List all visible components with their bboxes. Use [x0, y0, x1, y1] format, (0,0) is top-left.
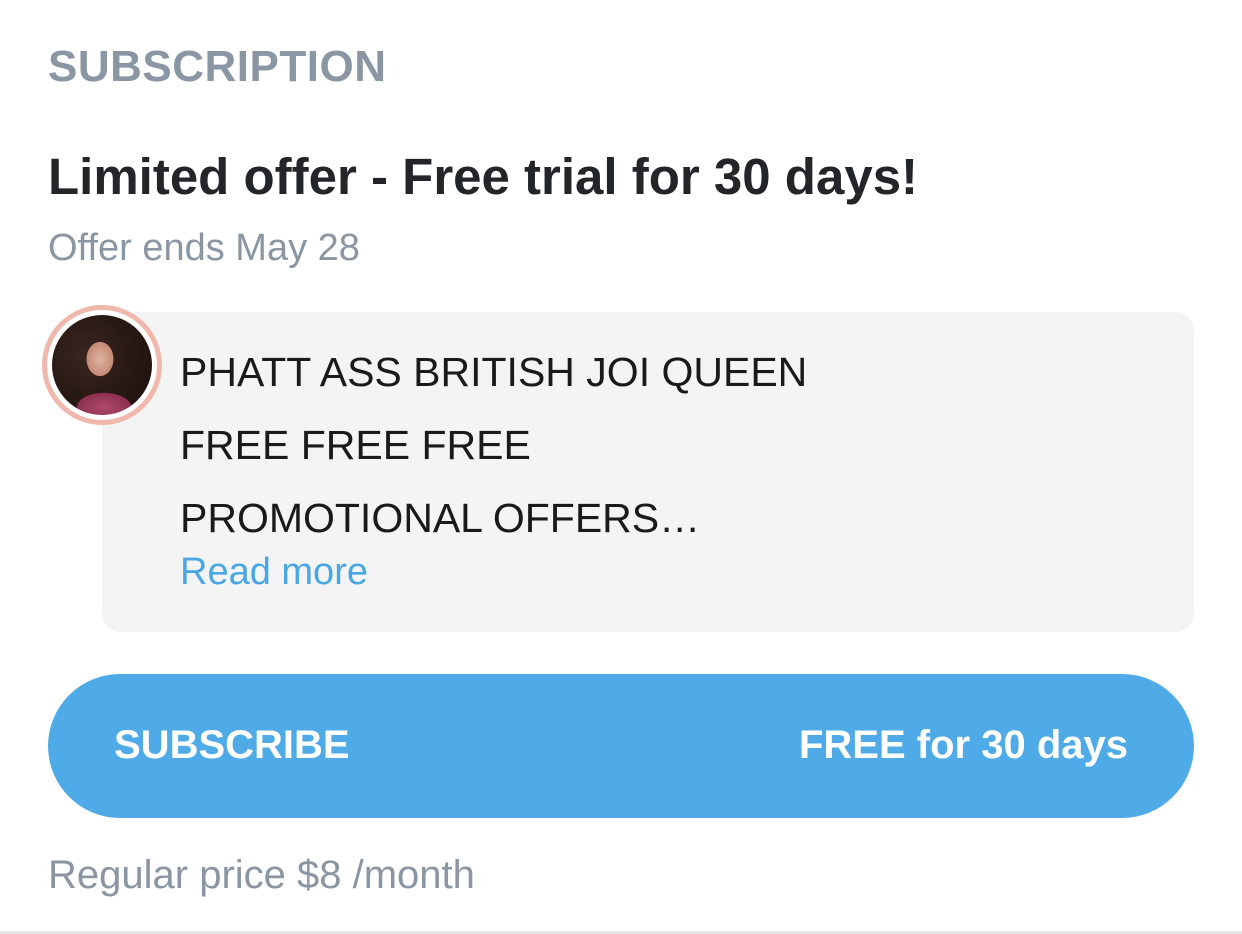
offer-title: Limited offer - Free trial for 30 days!	[48, 148, 919, 205]
regular-price: Regular price $8 /month	[48, 853, 475, 897]
avatar-image	[52, 315, 152, 415]
subscribe-button[interactable]: SUBSCRIBE FREE for 30 days	[48, 674, 1194, 818]
read-more-link[interactable]: Read more	[180, 548, 368, 596]
subscribe-button-label: SUBSCRIBE	[114, 723, 350, 767]
subscribe-button-price: FREE for 30 days	[798, 723, 1128, 767]
promo-line: PROMOTIONAL OFFERS…	[180, 495, 701, 541]
promo-message-text: PHATT ASS BRITISH JOI QUEEN FREE FREE FR…	[180, 336, 807, 555]
avatar[interactable]	[42, 305, 162, 425]
promo-line: PHATT ASS BRITISH JOI QUEEN	[180, 349, 808, 395]
avatar-frame	[47, 310, 157, 420]
subscription-panel: SUBSCRIPTION Limited offer - Free trial …	[0, 0, 1242, 934]
offer-end-date: Offer ends May 28	[48, 227, 360, 269]
section-label: SUBSCRIPTION	[48, 42, 387, 91]
promo-line: FREE FREE FREE	[180, 422, 531, 468]
